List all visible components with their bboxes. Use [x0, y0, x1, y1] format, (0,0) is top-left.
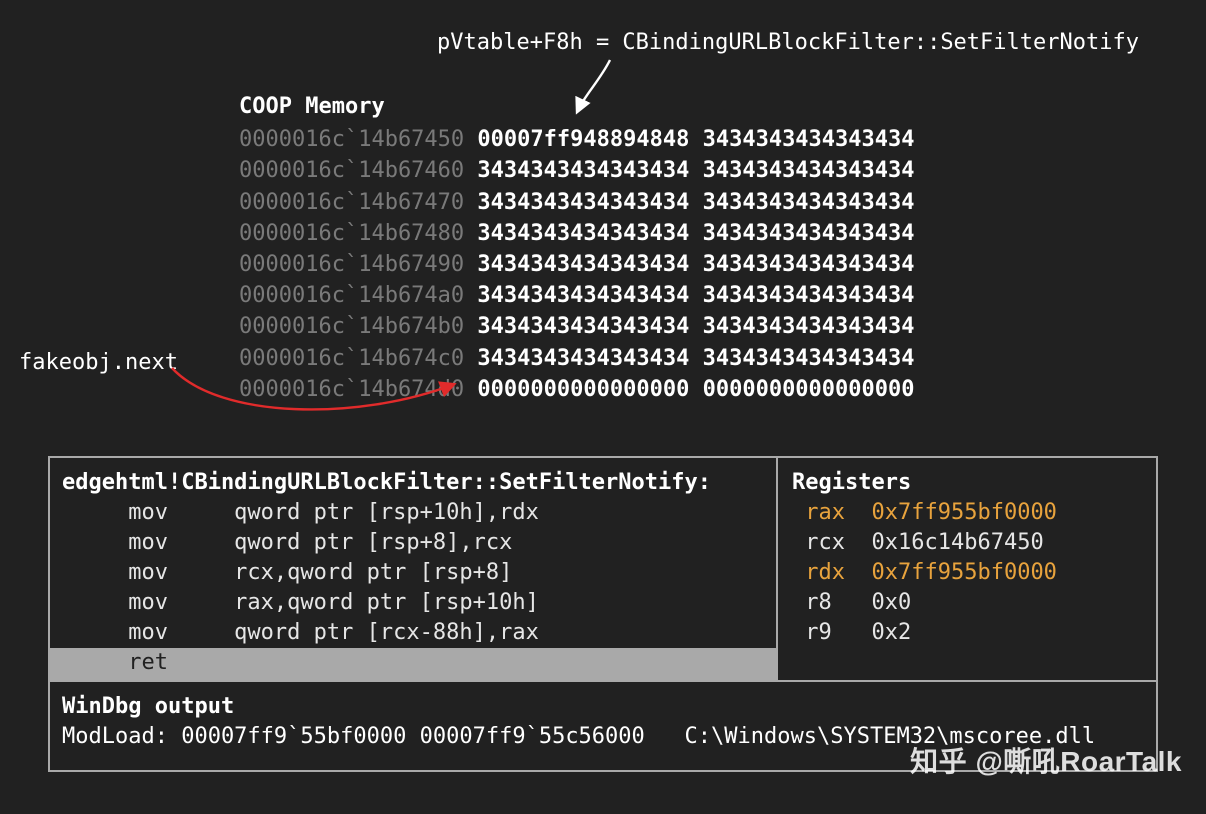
memory-row: 0000016c`14b674d0 0000000000000000 00000… — [239, 374, 915, 405]
memory-value: 00007ff948894848 — [477, 127, 689, 152]
register-value: 0x7ff955bf0000 — [872, 500, 1057, 525]
register-row: r8 0x0 — [792, 588, 1142, 618]
memory-row: 0000016c`14b674b0 3434343434343434 34343… — [239, 311, 915, 342]
memory-value: 3434343434343434 — [703, 346, 915, 371]
register-name: rcx — [805, 530, 845, 555]
register-value: 0x16c14b67450 — [872, 530, 1044, 555]
memory-address: 0000016c`14b674b0 — [239, 314, 464, 339]
register-value: 0x7ff955bf0000 — [872, 560, 1057, 585]
register-row: rax 0x7ff955bf0000 — [792, 498, 1142, 528]
memory-address: 0000016c`14b67450 — [239, 127, 464, 152]
register-row: r9 0x2 — [792, 618, 1142, 648]
disassembly-line: mov qword ptr [rsp+8],rcx — [50, 528, 776, 558]
memory-value: 3434343434343434 — [703, 221, 915, 246]
memory-value: 0000000000000000 — [477, 377, 689, 402]
disassembly-line: mov qword ptr [rsp+10h],rdx — [50, 498, 776, 528]
register-value: 0x0 — [872, 590, 912, 615]
disassembly-ret-line: ret — [50, 648, 776, 680]
memory-value: 3434343434343434 — [477, 158, 689, 183]
register-name: r8 — [805, 590, 832, 615]
memory-address: 0000016c`14b67470 — [239, 190, 464, 215]
register-name: r9 — [805, 620, 832, 645]
disassembly-line: mov rax,qword ptr [rsp+10h] — [50, 588, 776, 618]
memory-value: 0000000000000000 — [703, 377, 915, 402]
memory-value: 3434343434343434 — [703, 252, 915, 277]
disassembly-line: mov rcx,qword ptr [rsp+8] — [50, 558, 776, 588]
memory-value: 3434343434343434 — [477, 314, 689, 339]
memory-row: 0000016c`14b67480 3434343434343434 34343… — [239, 218, 915, 249]
coop-memory-block: COOP Memory 0000016c`14b67450 00007ff948… — [239, 91, 915, 405]
memory-value: 3434343434343434 — [703, 283, 915, 308]
memory-address: 0000016c`14b674d0 — [239, 377, 464, 402]
memory-value: 3434343434343434 — [703, 190, 915, 215]
register-value: 0x2 — [872, 620, 912, 645]
memory-row: 0000016c`14b674a0 3434343434343434 34343… — [239, 280, 915, 311]
register-row: rcx 0x16c14b67450 — [792, 528, 1142, 558]
memory-address: 0000016c`14b67460 — [239, 158, 464, 183]
memory-value: 3434343434343434 — [477, 346, 689, 371]
memory-value: 3434343434343434 — [703, 314, 915, 339]
memory-value: 3434343434343434 — [477, 283, 689, 308]
watermark-text: 知乎 @嘶吼RoarTalk — [910, 740, 1182, 780]
register-name: rax — [805, 500, 845, 525]
memory-address: 0000016c`14b67490 — [239, 252, 464, 277]
debugger-panel: edgehtml!CBindingURLBlockFilter::SetFilt… — [48, 456, 1158, 772]
memory-address: 0000016c`14b674a0 — [239, 283, 464, 308]
windbg-output-title: WinDbg output — [62, 692, 1144, 722]
annotation-fakeobj-label: fakeobj.next — [19, 350, 178, 375]
annotation-vtable-label: pVtable+F8h = CBindingURLBlockFilter::Se… — [437, 30, 1139, 55]
memory-value: 3434343434343434 — [477, 252, 689, 277]
register-row: rdx 0x7ff955bf0000 — [792, 558, 1142, 588]
memory-row: 0000016c`14b67450 00007ff948894848 34343… — [239, 124, 915, 155]
memory-value: 3434343434343434 — [477, 190, 689, 215]
disassembly-line: mov qword ptr [rcx-88h],rax — [50, 618, 776, 648]
memory-value: 3434343434343434 — [703, 127, 915, 152]
registers-title: Registers — [792, 468, 1142, 498]
memory-row: 0000016c`14b674c0 3434343434343434 34343… — [239, 343, 915, 374]
disassembly-title: edgehtml!CBindingURLBlockFilter::SetFilt… — [50, 458, 776, 498]
memory-value: 3434343434343434 — [477, 221, 689, 246]
disassembly-cell: edgehtml!CBindingURLBlockFilter::SetFilt… — [50, 458, 778, 680]
coop-memory-title: COOP Memory — [239, 91, 915, 122]
registers-cell: Registers rax 0x7ff955bf0000 rcx 0x16c14… — [778, 458, 1156, 680]
memory-row: 0000016c`14b67490 3434343434343434 34343… — [239, 249, 915, 280]
memory-address: 0000016c`14b67480 — [239, 221, 464, 246]
memory-row: 0000016c`14b67460 3434343434343434 34343… — [239, 155, 915, 186]
memory-address: 0000016c`14b674c0 — [239, 346, 464, 371]
memory-value: 3434343434343434 — [703, 158, 915, 183]
register-name: rdx — [805, 560, 845, 585]
memory-row: 0000016c`14b67470 3434343434343434 34343… — [239, 187, 915, 218]
